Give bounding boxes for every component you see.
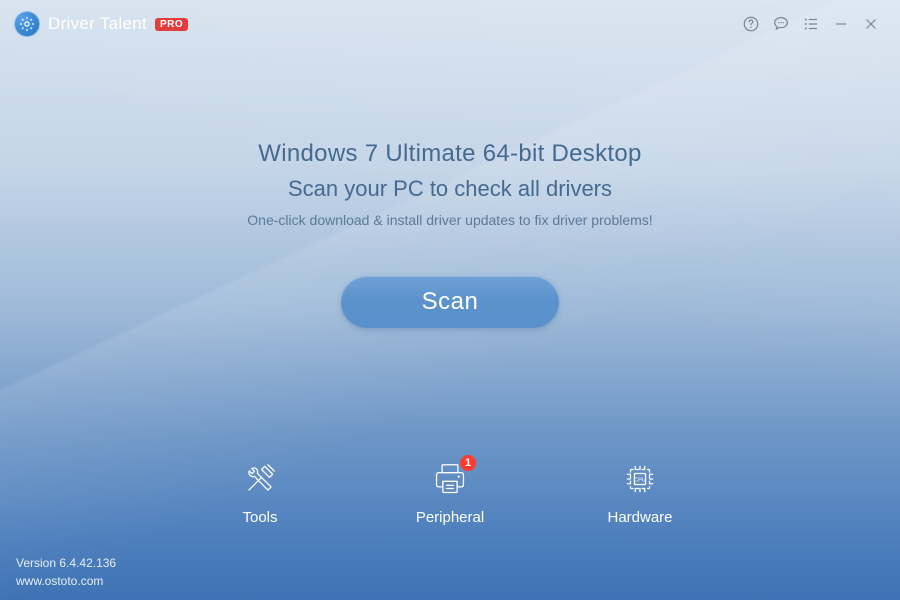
nav-tools[interactable]: Tools [220,459,300,526]
minimize-button[interactable] [826,9,856,39]
bottom-nav: Tools 1 Peripheral [0,459,900,526]
system-info-text: Windows 7 Ultimate 64-bit Desktop [258,140,641,168]
feedback-button[interactable] [766,9,796,39]
svg-text:CPU: CPU [634,477,646,483]
help-button[interactable] [736,9,766,39]
app-window: Driver Talent PRO Windows 7 Ultimate 64-… [0,0,900,600]
list-icon [802,15,820,33]
pro-badge: PRO [155,18,188,31]
version-label: Version [16,556,56,570]
close-button[interactable] [856,9,886,39]
peripheral-badge: 1 [460,455,476,471]
tools-icon [240,459,280,499]
help-icon [742,15,760,33]
close-icon [862,15,880,33]
cpu-icon: CPU [620,459,660,499]
main-content: Windows 7 Ultimate 64-bit Desktop Scan y… [0,140,900,328]
scan-button[interactable]: Scan [341,276,559,328]
version-number: 6.4.42.136 [59,556,116,570]
app-title: Driver Talent [48,14,147,34]
speech-bubble-icon [772,15,790,33]
menu-button[interactable] [796,9,826,39]
app-logo-icon [14,11,40,37]
nav-hardware-label: Hardware [607,509,672,526]
nav-peripheral[interactable]: 1 Peripheral [410,459,490,526]
nav-peripheral-label: Peripheral [416,509,484,526]
printer-icon: 1 [430,459,470,499]
nav-tools-label: Tools [242,509,277,526]
footer: Version 6.4.42.136 www.ostoto.com [16,554,116,590]
description-text: One-click download & install driver upda… [247,212,652,228]
website-link[interactable]: www.ostoto.com [16,574,103,588]
gear-icon [19,16,35,32]
titlebar: Driver Talent PRO [0,0,900,48]
app-logo-group: Driver Talent PRO [14,11,188,37]
minimize-icon [832,15,850,33]
subtitle-text: Scan your PC to check all drivers [288,176,612,202]
nav-hardware[interactable]: CPU Hardware [600,459,680,526]
